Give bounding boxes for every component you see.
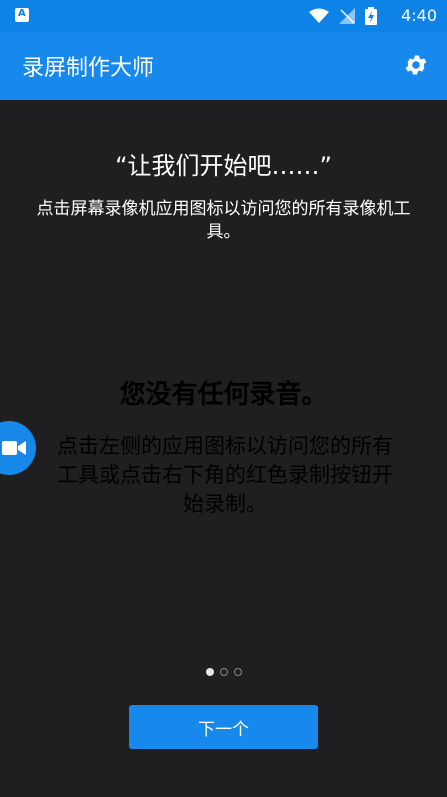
app-title: 录屏制作大师 xyxy=(22,56,155,81)
empty-state-description: 点击左侧的应用图标以访问您的所有工具或点击右下角的红色录制按钮开始录制。 xyxy=(57,434,393,516)
status-time: 4:40 xyxy=(401,6,437,25)
battery-charging-icon xyxy=(365,7,377,25)
signal-icon xyxy=(339,8,355,24)
intro-headline: “让我们开始吧……” xyxy=(115,152,332,180)
wifi-icon xyxy=(309,8,329,23)
settings-button[interactable] xyxy=(401,50,431,80)
video-camera-icon xyxy=(2,441,26,455)
app-toolbar: 录屏制作大师 xyxy=(0,32,447,100)
floating-record-tools-button[interactable] xyxy=(0,421,36,475)
app-a-icon xyxy=(15,8,29,22)
pager-dot-2 xyxy=(219,668,228,676)
pager-dot-1 xyxy=(205,668,214,676)
gear-icon xyxy=(405,55,427,75)
empty-state-title: 您没有任何录音。 xyxy=(119,380,328,410)
pager-dot-3 xyxy=(233,668,242,676)
next-button[interactable]: 下一个 xyxy=(129,705,318,749)
intro-subtext: 点击屏幕录像机应用图标以访问您的所有录像机工具。 xyxy=(36,199,411,242)
status-icons xyxy=(309,7,377,25)
pager-indicator xyxy=(0,668,447,676)
status-bar: 4:40 xyxy=(0,0,447,32)
